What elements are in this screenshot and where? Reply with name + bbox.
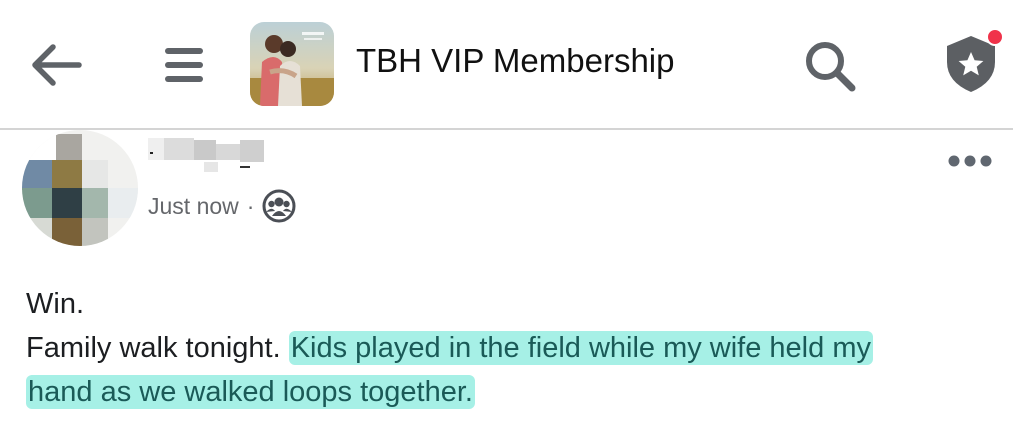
group-title[interactable]: TBH VIP Membership: [356, 42, 675, 80]
menu-button[interactable]: [156, 36, 212, 94]
group-audience-icon[interactable]: [262, 189, 296, 223]
group-cover-thumbnail[interactable]: [250, 22, 334, 106]
search-button[interactable]: [798, 34, 862, 98]
post-meta: Just now ·: [148, 186, 296, 226]
back-button[interactable]: [22, 34, 88, 96]
author-name-redacted[interactable]: [144, 130, 274, 180]
author-avatar[interactable]: [22, 130, 138, 246]
top-app-bar: TBH VIP Membership: [0, 0, 1013, 130]
post-body: Win. Family walk tonight. Kids played in…: [26, 282, 996, 414]
post-text-line-3: hand as we walked loops together.: [26, 370, 996, 414]
highlighted-text: Kids played in the field while my wife h…: [288, 331, 873, 365]
post-text-line-2: Family walk tonight. Kids played in the …: [26, 326, 996, 370]
notification-dot: [986, 28, 1004, 46]
post-text-plain: Family walk tonight.: [26, 332, 289, 364]
search-icon: [806, 42, 856, 92]
hamburger-menu-icon: [165, 48, 203, 82]
highlighted-text: hand as we walked loops together.: [26, 375, 475, 409]
meta-separator: ·: [246, 192, 255, 219]
post-timestamp[interactable]: Just now: [148, 193, 239, 220]
more-options-button[interactable]: [944, 148, 996, 174]
arrow-left-icon: [32, 44, 82, 86]
more-horizontal-icon: [948, 155, 992, 167]
shield-star-icon: [947, 28, 1004, 92]
post-text-line-1: Win.: [26, 288, 84, 320]
membership-badge-button[interactable]: [935, 26, 1007, 98]
